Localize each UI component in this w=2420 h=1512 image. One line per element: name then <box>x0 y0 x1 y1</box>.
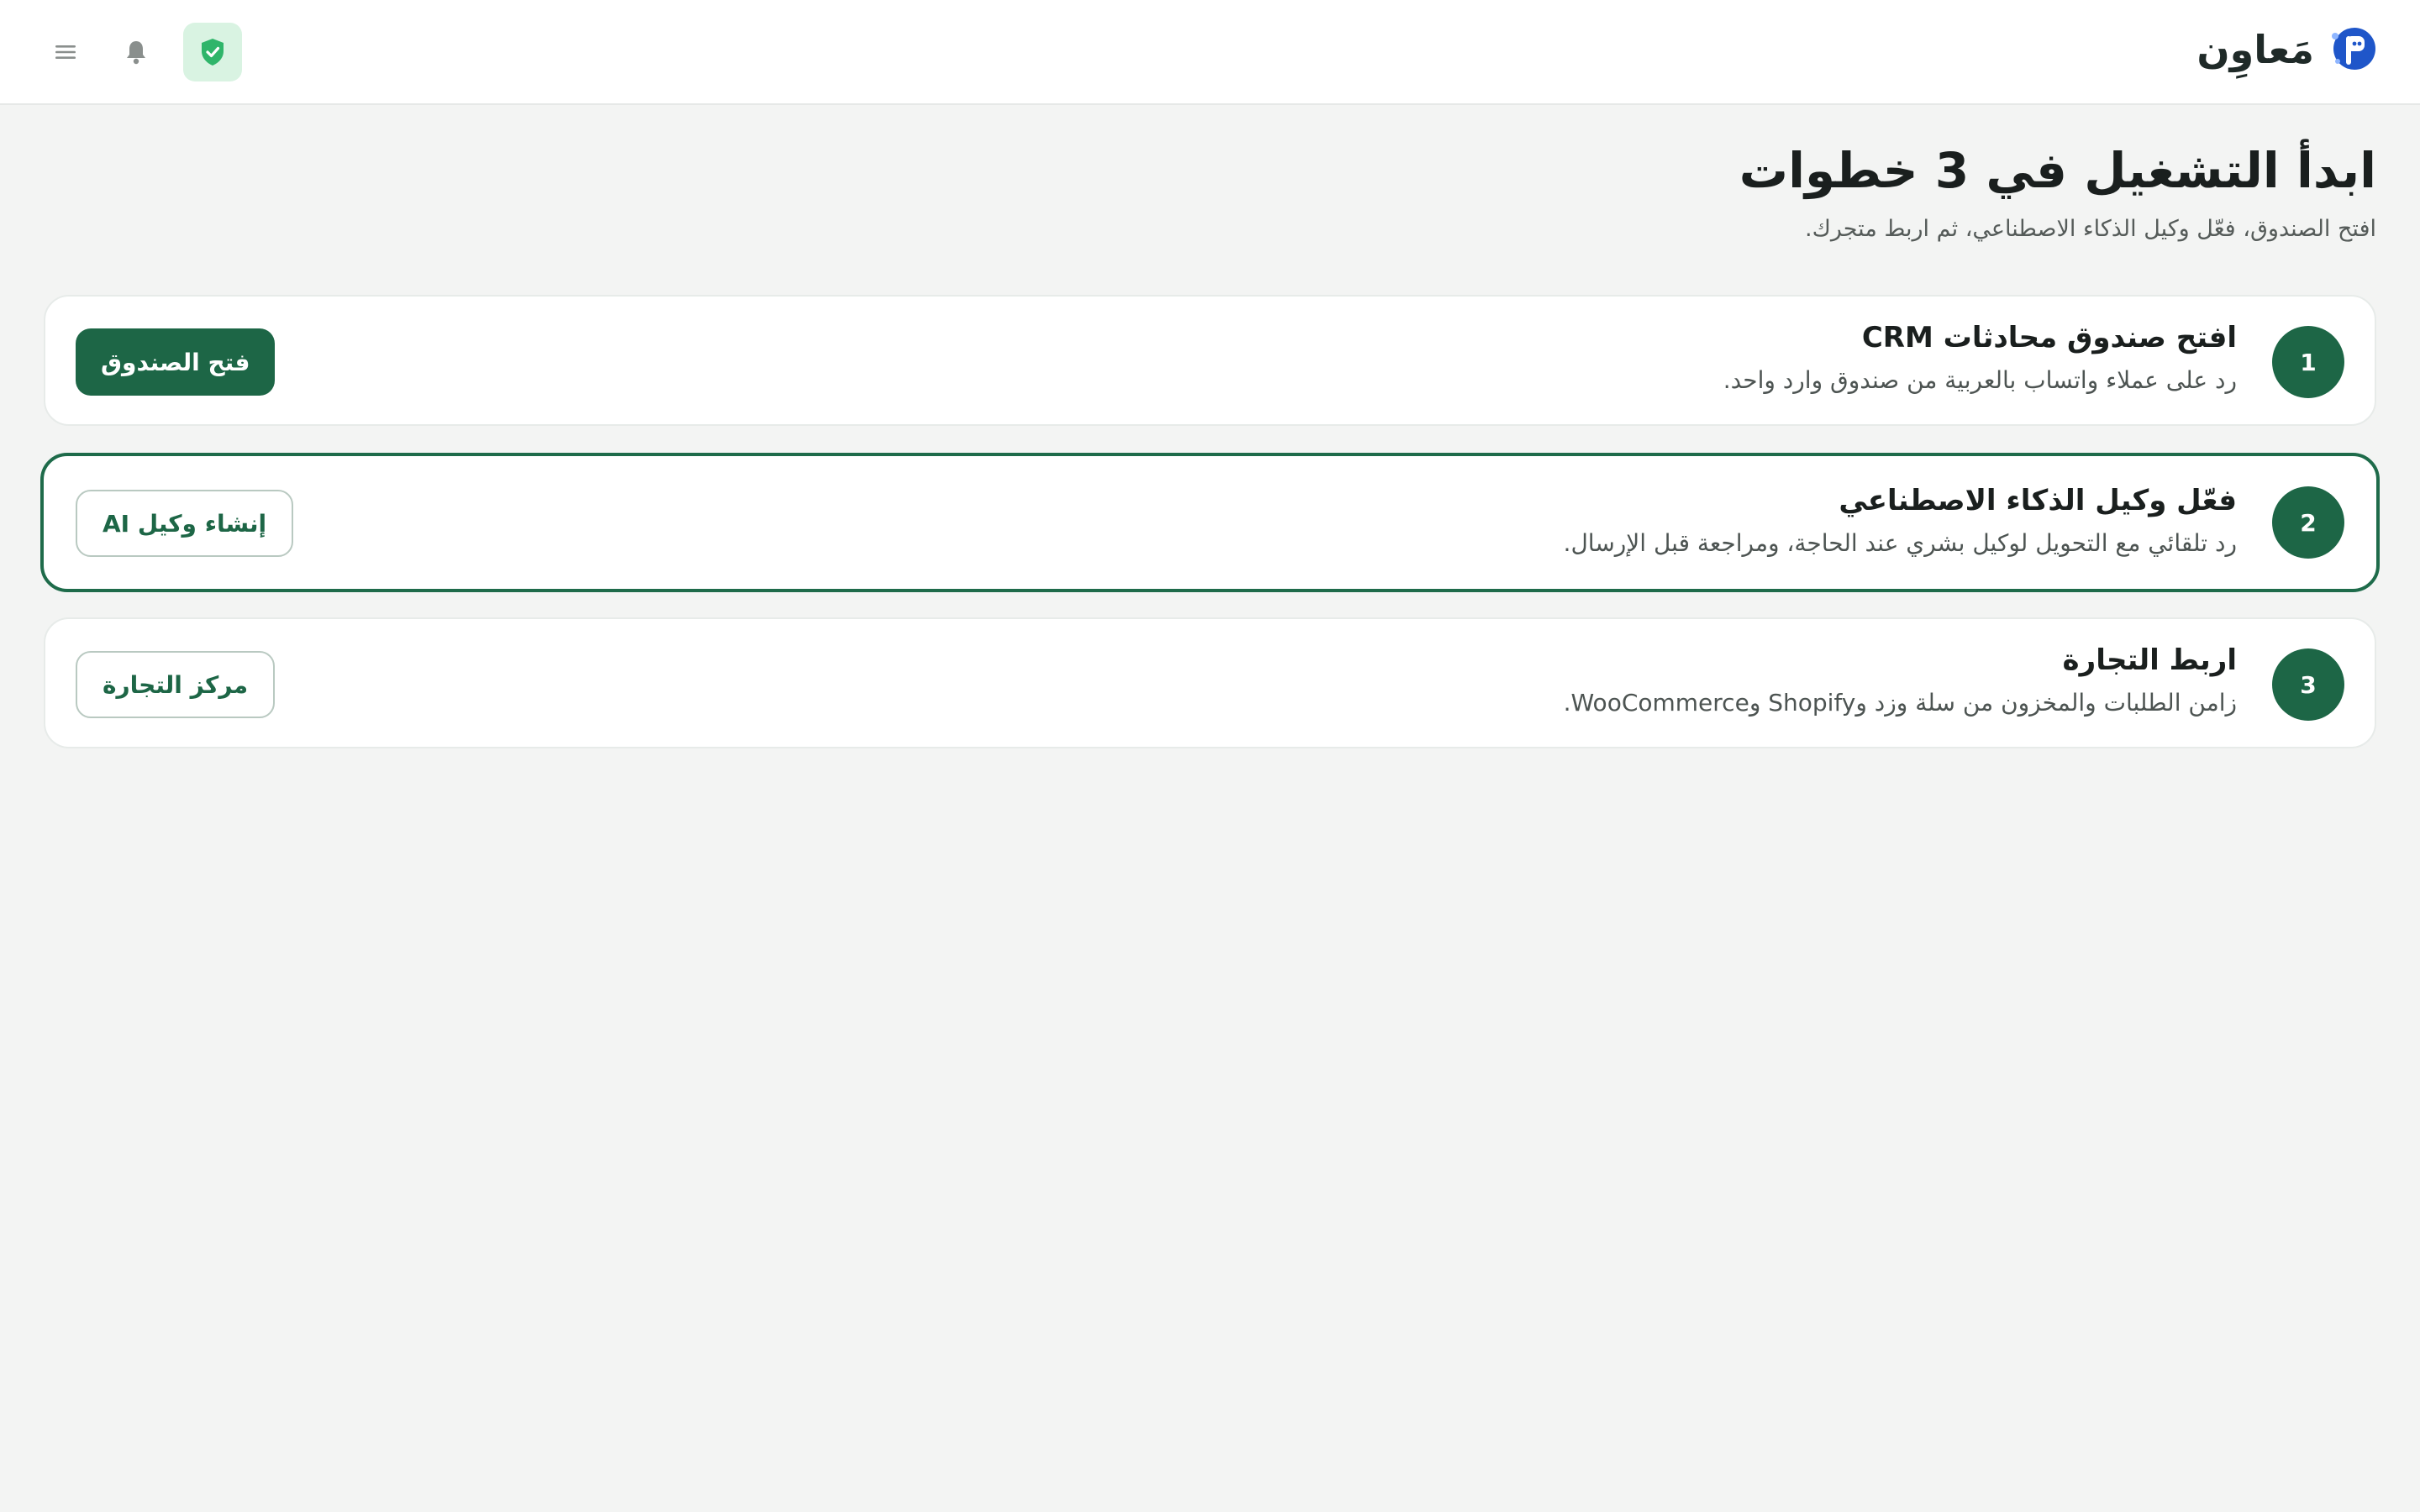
bell-icon[interactable] <box>113 29 160 76</box>
step-number-badge: 1 <box>2272 326 2344 398</box>
step-title: افتح صندوق محادثات CRM <box>1861 321 2237 354</box>
menu-icon[interactable] <box>42 29 89 76</box>
step-title: فعّل وكيل الذكاء الاصطناعي <box>1839 484 2237 517</box>
brand-logo-icon <box>2332 28 2375 70</box>
open-inbox-button[interactable]: فتح الصندوق <box>76 328 276 396</box>
top-header: مَعاوِن <box>0 0 2420 105</box>
step-description: رد على عملاء واتساب بالعربية من صندوق وا… <box>1723 366 2237 394</box>
brand[interactable]: مَعاوِن <box>2196 22 2376 77</box>
shield-check-icon[interactable] <box>183 23 242 81</box>
step-title: اربط التجارة <box>2062 643 2237 677</box>
header-actions <box>42 23 242 81</box>
brand-name: مَعاوِن <box>2196 27 2314 72</box>
page-title: ابدأ التشغيل في 3 خطوات <box>1739 142 2376 199</box>
step-card-ai-agent: 2 فعّل وكيل الذكاء الاصطناعي رد تلقائي م… <box>40 453 2380 592</box>
step-description: رد تلقائي مع التحويل لوكيل بشري عند الحا… <box>1563 529 2237 557</box>
step-number-badge: 3 <box>2272 648 2344 721</box>
step-card-crm-inbox: 1 افتح صندوق محادثات CRM رد على عملاء وا… <box>44 295 2376 426</box>
page-subtitle: افتح الصندوق، فعّل وكيل الذكاء الاصطناعي… <box>1805 216 2376 242</box>
step-description: زامن الطلبات والمخزون من سلة وزد وShopif… <box>1563 689 2237 717</box>
commerce-center-button[interactable]: مركز التجارة <box>76 651 276 718</box>
create-ai-agent-button[interactable]: إنشاء وكيل AI <box>76 490 294 557</box>
step-number-badge: 2 <box>2272 486 2344 559</box>
step-card-commerce: 3 اربط التجارة زامن الطلبات والمخزون من … <box>44 617 2376 748</box>
